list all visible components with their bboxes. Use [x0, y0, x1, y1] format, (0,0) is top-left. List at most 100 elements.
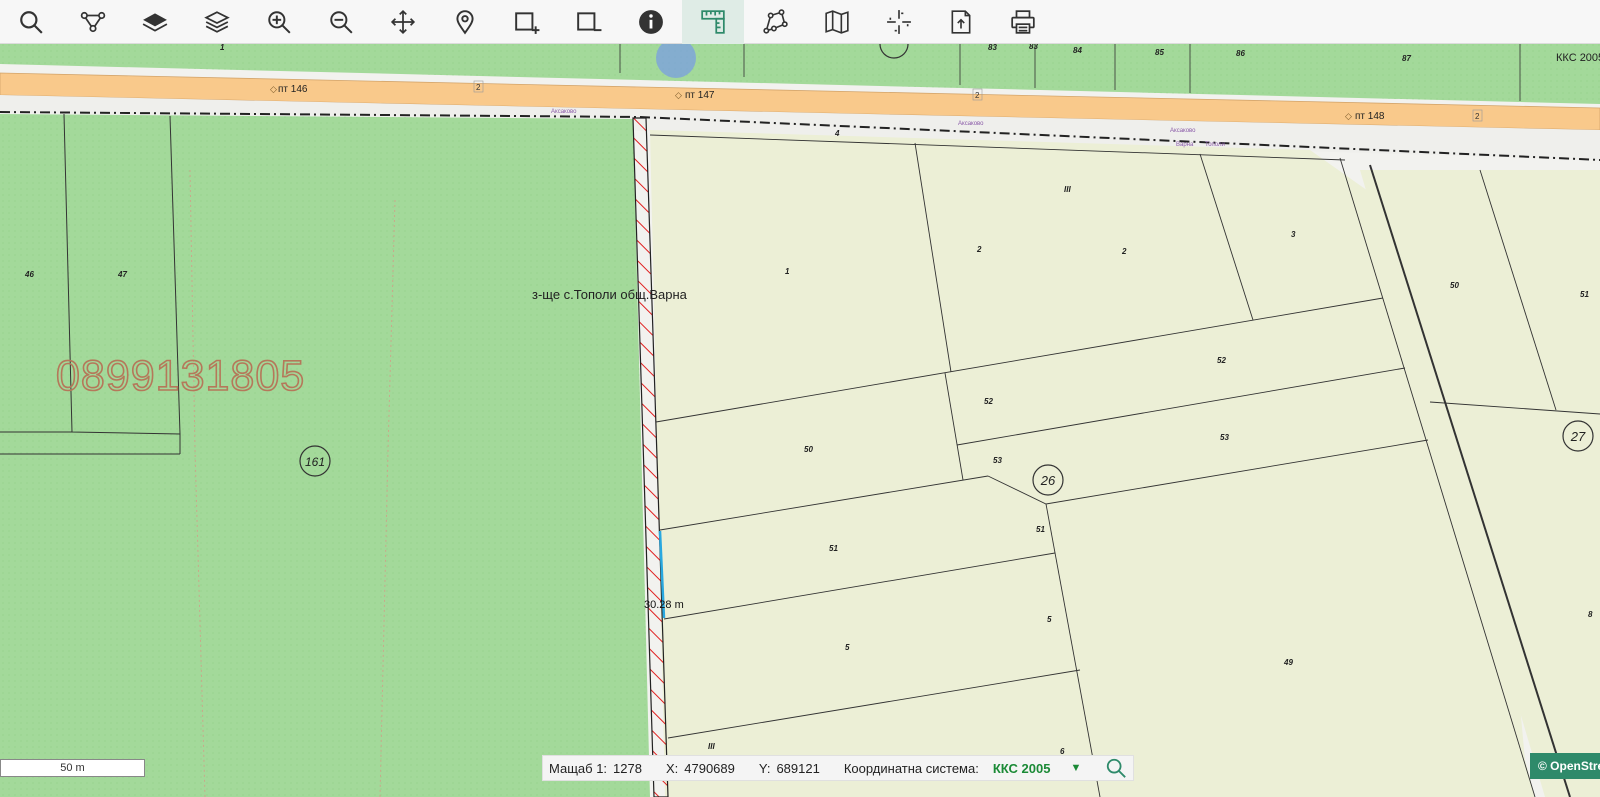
road-point-label: пт 147 [685, 90, 715, 101]
export-icon [951, 9, 971, 34]
road-width-label: 2 [975, 91, 980, 100]
top-parcel-label: 84 [1073, 46, 1082, 55]
road-width-label: 2 [476, 83, 481, 92]
map-app: 161 26 27 1 83 83 84 85 86 87 ККС 2005 ◇… [0, 0, 1600, 797]
search-button[interactable] [0, 0, 62, 44]
parcel-label: 3 [1291, 230, 1296, 239]
route-icon [80, 11, 106, 32]
parcel-label: III [1064, 185, 1071, 194]
layer-button[interactable] [124, 0, 186, 44]
scale-label: Мащаб 1: [549, 760, 608, 776]
zoom-out-button[interactable] [310, 0, 372, 44]
ruler-icon [701, 9, 725, 34]
search-icon [20, 10, 43, 34]
locality-label: Аксаково [551, 109, 577, 115]
parcel-label: 51 [829, 544, 838, 553]
parcel-label: 4 [834, 129, 840, 138]
parcel-label: 50 [804, 445, 813, 454]
crs-label: Координатна система: [843, 760, 979, 776]
parcel-label: III [708, 742, 715, 751]
parcel-label: 1 [785, 267, 790, 276]
locality-label: Тополи [1205, 142, 1225, 148]
print-button[interactable] [992, 0, 1054, 44]
road-point-label: пт 146 [278, 84, 308, 95]
select-remove-icon [577, 11, 602, 31]
top-parcel-label: 1 [220, 43, 225, 52]
zoom-in-icon [268, 10, 291, 34]
top-parcel-label: 87 [1402, 54, 1411, 63]
phone-watermark: 0899131805 [55, 351, 306, 401]
marker-button[interactable] [434, 0, 496, 44]
road-point-label: пт 148 [1355, 111, 1385, 122]
parcel-label: 47 [117, 270, 127, 279]
coordinates-button[interactable] [868, 0, 930, 44]
route-button[interactable] [62, 0, 124, 44]
zoom-in-button[interactable] [248, 0, 310, 44]
select-add-icon [515, 11, 540, 34]
layers-icon [204, 10, 230, 33]
toolbar [0, 0, 1600, 44]
locality-label: Аксаково [958, 121, 984, 127]
parcel-label: 53 [993, 456, 1002, 465]
svg-text:27: 27 [1570, 429, 1586, 444]
x-coordinate-value: 4790689 [684, 760, 735, 776]
status-bar: Мащаб 1: 1278 X: 4790689 Y: 689121 Коорд… [542, 755, 1135, 781]
parcel-label: 51 [1036, 525, 1045, 534]
map-button[interactable] [806, 0, 868, 44]
parcel-label: 5 [845, 643, 850, 652]
polygon-icon [763, 8, 788, 34]
print-icon [1011, 9, 1035, 34]
parcel-label: 8 [1588, 610, 1593, 619]
parcel-label: 2 [976, 245, 982, 254]
parcel-label: 53 [1220, 433, 1229, 442]
map-pin-icon [456, 9, 474, 35]
chevron-down-icon[interactable]: ▼ [1070, 762, 1081, 774]
locality-label: Варна [1176, 142, 1194, 148]
pan-button[interactable] [372, 0, 434, 44]
x-coordinate-label: X: [665, 760, 679, 776]
crs-select-value[interactable]: ККС 2005 [993, 761, 1051, 776]
crs-corner-label: ККС 2005 [1556, 52, 1600, 64]
scale-bar-label: 50 m [60, 762, 85, 774]
road-width-label: 2 [1475, 112, 1480, 121]
scale-value[interactable]: 1278 [613, 761, 642, 776]
parcel-label: 49 [1283, 658, 1293, 667]
info-button[interactable] [620, 0, 682, 44]
top-parcel-label: 85 [1155, 48, 1164, 57]
layers-button[interactable] [186, 0, 248, 44]
attribution-text: © OpenStreetMap [1538, 759, 1600, 773]
top-parcel-label: 86 [1236, 49, 1245, 58]
parcel-label: 5 [1047, 615, 1052, 624]
svg-text:◇: ◇ [270, 84, 277, 94]
location-marker[interactable] [656, 38, 696, 78]
measurement-label: 30.28 m [644, 599, 684, 611]
top-parcel-label: 83 [988, 43, 997, 52]
layer-icon [142, 12, 168, 32]
pan-icon [390, 9, 416, 34]
svg-text:◇: ◇ [675, 90, 682, 100]
select-remove-button[interactable] [558, 0, 620, 44]
export-button[interactable] [930, 0, 992, 44]
measure-button[interactable] [682, 0, 744, 44]
search-coordinates-icon[interactable] [1105, 757, 1127, 779]
parcel-label: 46 [24, 270, 34, 279]
parcel-label: 52 [984, 397, 993, 406]
y-coordinate-value: 689121 [776, 760, 820, 776]
attribution[interactable]: © OpenStreetMap [1530, 753, 1600, 779]
polygon-button[interactable] [744, 0, 806, 44]
info-icon [639, 9, 663, 34]
parcel-label: 51 [1580, 290, 1589, 299]
parcel-label: 50 [1450, 281, 1459, 290]
svg-text:26: 26 [1040, 473, 1056, 488]
parcel-label: 52 [1217, 356, 1226, 365]
svg-text:161: 161 [305, 455, 325, 469]
y-coordinate-label: Y: [758, 760, 771, 776]
crosshair-icon [887, 9, 911, 34]
zoom-out-icon [330, 10, 353, 34]
scale-bar: 50 m [0, 759, 145, 777]
parcel-label: 2 [1121, 247, 1127, 256]
select-add-button[interactable] [496, 0, 558, 44]
svg-text:◇: ◇ [1345, 111, 1352, 121]
locality-label: Аксаково [1170, 128, 1196, 134]
map-icon [825, 9, 849, 34]
